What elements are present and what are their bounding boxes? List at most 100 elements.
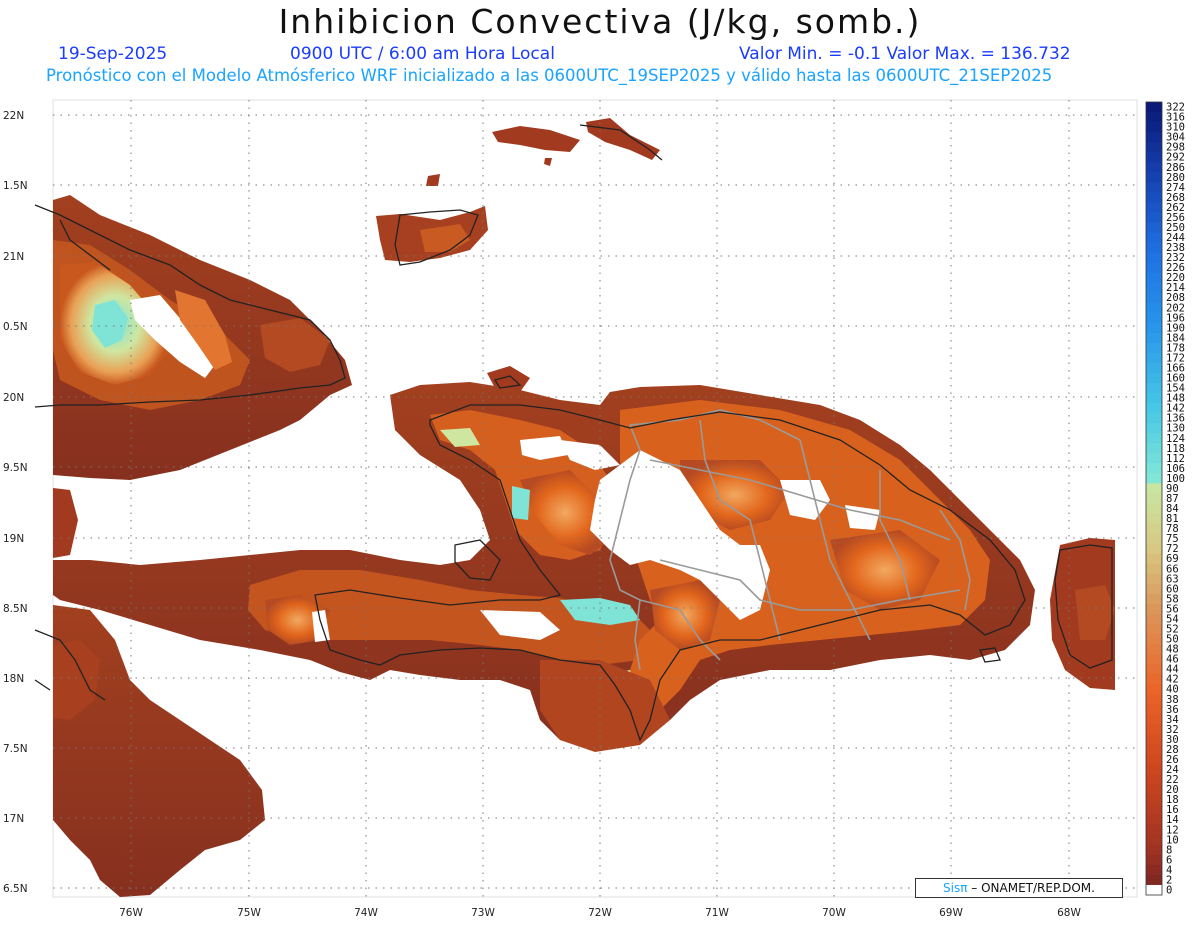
colorbar-swatch [1146, 403, 1162, 414]
cin-map: 22N 1.5N 21N 0.5N 20N 9.5N 19N 8.5N 18N … [3, 99, 1185, 919]
colorbar-swatch [1146, 192, 1162, 203]
colorbar-swatch [1146, 473, 1162, 484]
colorbar-swatch [1146, 864, 1162, 876]
lon-label: 72W [588, 907, 612, 919]
colorbar-swatch [1146, 212, 1162, 223]
lat-label: 22N [3, 110, 24, 122]
colorbar-swatch [1146, 834, 1162, 846]
colorbar-swatch [1146, 644, 1162, 655]
colorbar-swatch [1146, 433, 1162, 444]
colorbar-swatch [1146, 352, 1162, 364]
colorbar-swatch [1146, 684, 1162, 695]
colorbar-swatch [1146, 132, 1162, 143]
colorbar-swatch [1146, 804, 1162, 816]
colorbar-swatch [1146, 854, 1162, 866]
colorbar-swatch [1146, 242, 1162, 253]
colorbar-swatch [1146, 533, 1162, 545]
colorbar-swatch [1146, 262, 1162, 274]
colorbar-swatch [1146, 102, 1162, 113]
colorbar-swatch [1146, 202, 1162, 213]
colorbar-swatch [1146, 122, 1162, 133]
colorbar-swatch [1146, 182, 1162, 193]
lat-label: 17N [3, 813, 24, 825]
credit-text: – ONAMET/REP.DOM. [967, 881, 1095, 895]
colorbar: 3223163103042982922862802742682622562502… [1145, 102, 1185, 896]
colorbar-swatch [1146, 302, 1162, 314]
colorbar-swatch [1146, 513, 1162, 524]
colorbar-swatch [1146, 523, 1162, 535]
colorbar-swatch [1146, 543, 1162, 555]
colorbar-swatch [1146, 463, 1162, 474]
colorbar-swatch [1146, 483, 1162, 494]
colorbar-swatch [1146, 112, 1162, 123]
colorbar-swatch [1146, 493, 1162, 504]
colorbar-swatch [1146, 593, 1162, 605]
colorbar-swatch [1146, 613, 1162, 625]
colorbar-swatch [1146, 583, 1162, 595]
lon-label: 68W [1057, 907, 1081, 919]
colorbar-swatch [1146, 884, 1162, 896]
lon-label: 74W [354, 907, 378, 919]
colorbar-swatch [1146, 453, 1162, 464]
lat-label: 6.5N [3, 883, 28, 895]
colorbar-swatch [1146, 292, 1162, 304]
colorbar-swatch [1146, 724, 1162, 735]
colorbar-swatch [1146, 734, 1162, 745]
colorbar-swatch [1146, 623, 1162, 635]
colorbar-swatch [1146, 824, 1162, 836]
lon-label: 73W [471, 907, 495, 919]
colorbar-swatch [1146, 322, 1162, 334]
lat-label: 7.5N [3, 743, 28, 755]
colorbar-swatch [1146, 232, 1162, 243]
lon-label: 75W [237, 907, 261, 919]
colorbar-swatch [1146, 383, 1162, 394]
colorbar-swatch [1146, 553, 1162, 565]
colorbar-swatch [1146, 393, 1162, 404]
colorbar-swatch [1146, 312, 1162, 324]
colorbar-swatch [1146, 714, 1162, 725]
colorbar-swatch [1146, 774, 1162, 785]
colorbar-swatch [1146, 654, 1162, 665]
lon-label: 76W [119, 907, 143, 919]
colorbar-swatch [1146, 814, 1162, 826]
lat-label: 1.5N [3, 180, 28, 192]
lat-label: 0.5N [3, 321, 28, 333]
colorbar-swatch [1146, 573, 1162, 585]
lon-label: 71W [705, 907, 729, 919]
colorbar-swatch [1146, 603, 1162, 615]
colorbar-swatch [1146, 754, 1162, 765]
lon-label: 70W [822, 907, 846, 919]
colorbar-swatch [1146, 362, 1162, 374]
colorbar-swatch [1146, 704, 1162, 715]
lat-label: 21N [3, 251, 24, 263]
lon-labels: 76W 75W 74W 73W 72W 71W 70W 69W 68W [119, 907, 1081, 919]
colorbar-swatch [1146, 152, 1162, 163]
lat-label: 9.5N [3, 462, 28, 474]
colorbar-swatch [1146, 694, 1162, 705]
colorbar-swatch [1146, 563, 1162, 575]
colorbar-swatch [1146, 423, 1162, 434]
colorbar-swatch [1146, 252, 1162, 264]
colorbar-swatch [1146, 634, 1162, 645]
sispi-logo: Sisπ [943, 881, 968, 895]
colorbar-swatch [1146, 142, 1162, 153]
colorbar-swatch [1146, 373, 1162, 384]
colorbar-swatch [1146, 503, 1162, 514]
colorbar-swatch [1146, 332, 1162, 344]
lat-label: 19N [3, 533, 24, 545]
credit-box: Sisπ – ONAMET/REP.DOM. [915, 878, 1123, 898]
colorbar-swatch [1146, 443, 1162, 454]
lat-label: 20N [3, 392, 24, 404]
colorbar-swatch [1146, 342, 1162, 354]
lat-labels: 22N 1.5N 21N 0.5N 20N 9.5N 19N 8.5N 18N … [3, 110, 28, 895]
colorbar-swatch [1146, 282, 1162, 294]
colorbar-swatch [1146, 664, 1162, 675]
colorbar-swatch [1146, 794, 1162, 806]
colorbar-swatch [1146, 272, 1162, 284]
colorbar-swatch [1146, 674, 1162, 685]
colorbar-swatch [1146, 172, 1162, 183]
lat-label: 18N [3, 673, 24, 685]
lon-label: 69W [939, 907, 963, 919]
colorbar-swatch [1146, 162, 1162, 173]
colorbar-swatch [1146, 744, 1162, 755]
